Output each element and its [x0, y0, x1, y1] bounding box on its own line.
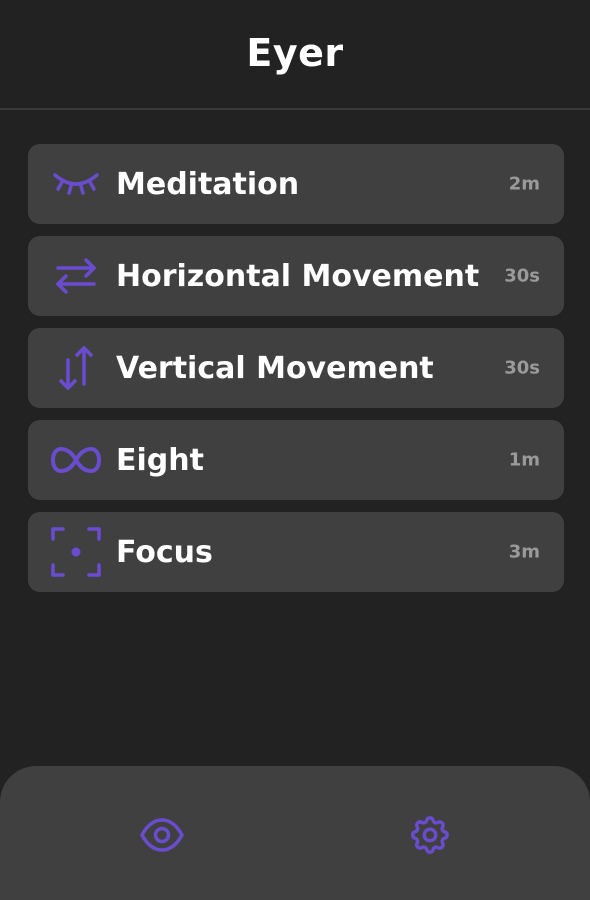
vertical-arrows-icon — [51, 343, 101, 393]
exercise-item-focus[interactable]: Focus 3m — [28, 512, 564, 592]
exercise-label: Eight — [116, 442, 204, 478]
exercise-duration: 30s — [504, 265, 540, 287]
exercise-item-horizontal-movement[interactable]: Horizontal Movement 30s — [28, 236, 564, 316]
eye-icon — [139, 812, 185, 862]
app-screen: Eyer Meditation 2m Horizontal Movement 3… — [0, 0, 590, 900]
exercise-duration: 30s — [504, 357, 540, 379]
exercise-item-meditation[interactable]: Meditation 2m — [28, 144, 564, 224]
horizontal-arrows-icon — [51, 251, 101, 301]
exercise-label: Vertical Movement — [116, 350, 434, 386]
nav-exercises-button[interactable] — [139, 814, 185, 860]
exercise-list: Meditation 2m Horizontal Movement 30s Ve… — [28, 144, 564, 604]
exercise-item-vertical-movement[interactable]: Vertical Movement 30s — [28, 328, 564, 408]
bottom-navigation — [0, 766, 590, 900]
exercise-label: Horizontal Movement — [116, 258, 480, 294]
exercise-label: Meditation — [116, 166, 300, 202]
exercise-duration: 3m — [508, 541, 540, 563]
gear-icon — [407, 812, 453, 862]
page-title: Eyer — [246, 31, 344, 75]
closed-eye-icon — [51, 159, 101, 209]
infinity-icon — [51, 435, 101, 485]
header: Eyer — [0, 0, 590, 110]
focus-frame-icon — [51, 527, 101, 577]
exercise-label: Focus — [116, 534, 213, 570]
nav-settings-button[interactable] — [407, 814, 453, 860]
exercise-item-eight[interactable]: Eight 1m — [28, 420, 564, 500]
exercise-duration: 1m — [508, 449, 540, 471]
exercise-duration: 2m — [508, 173, 540, 195]
